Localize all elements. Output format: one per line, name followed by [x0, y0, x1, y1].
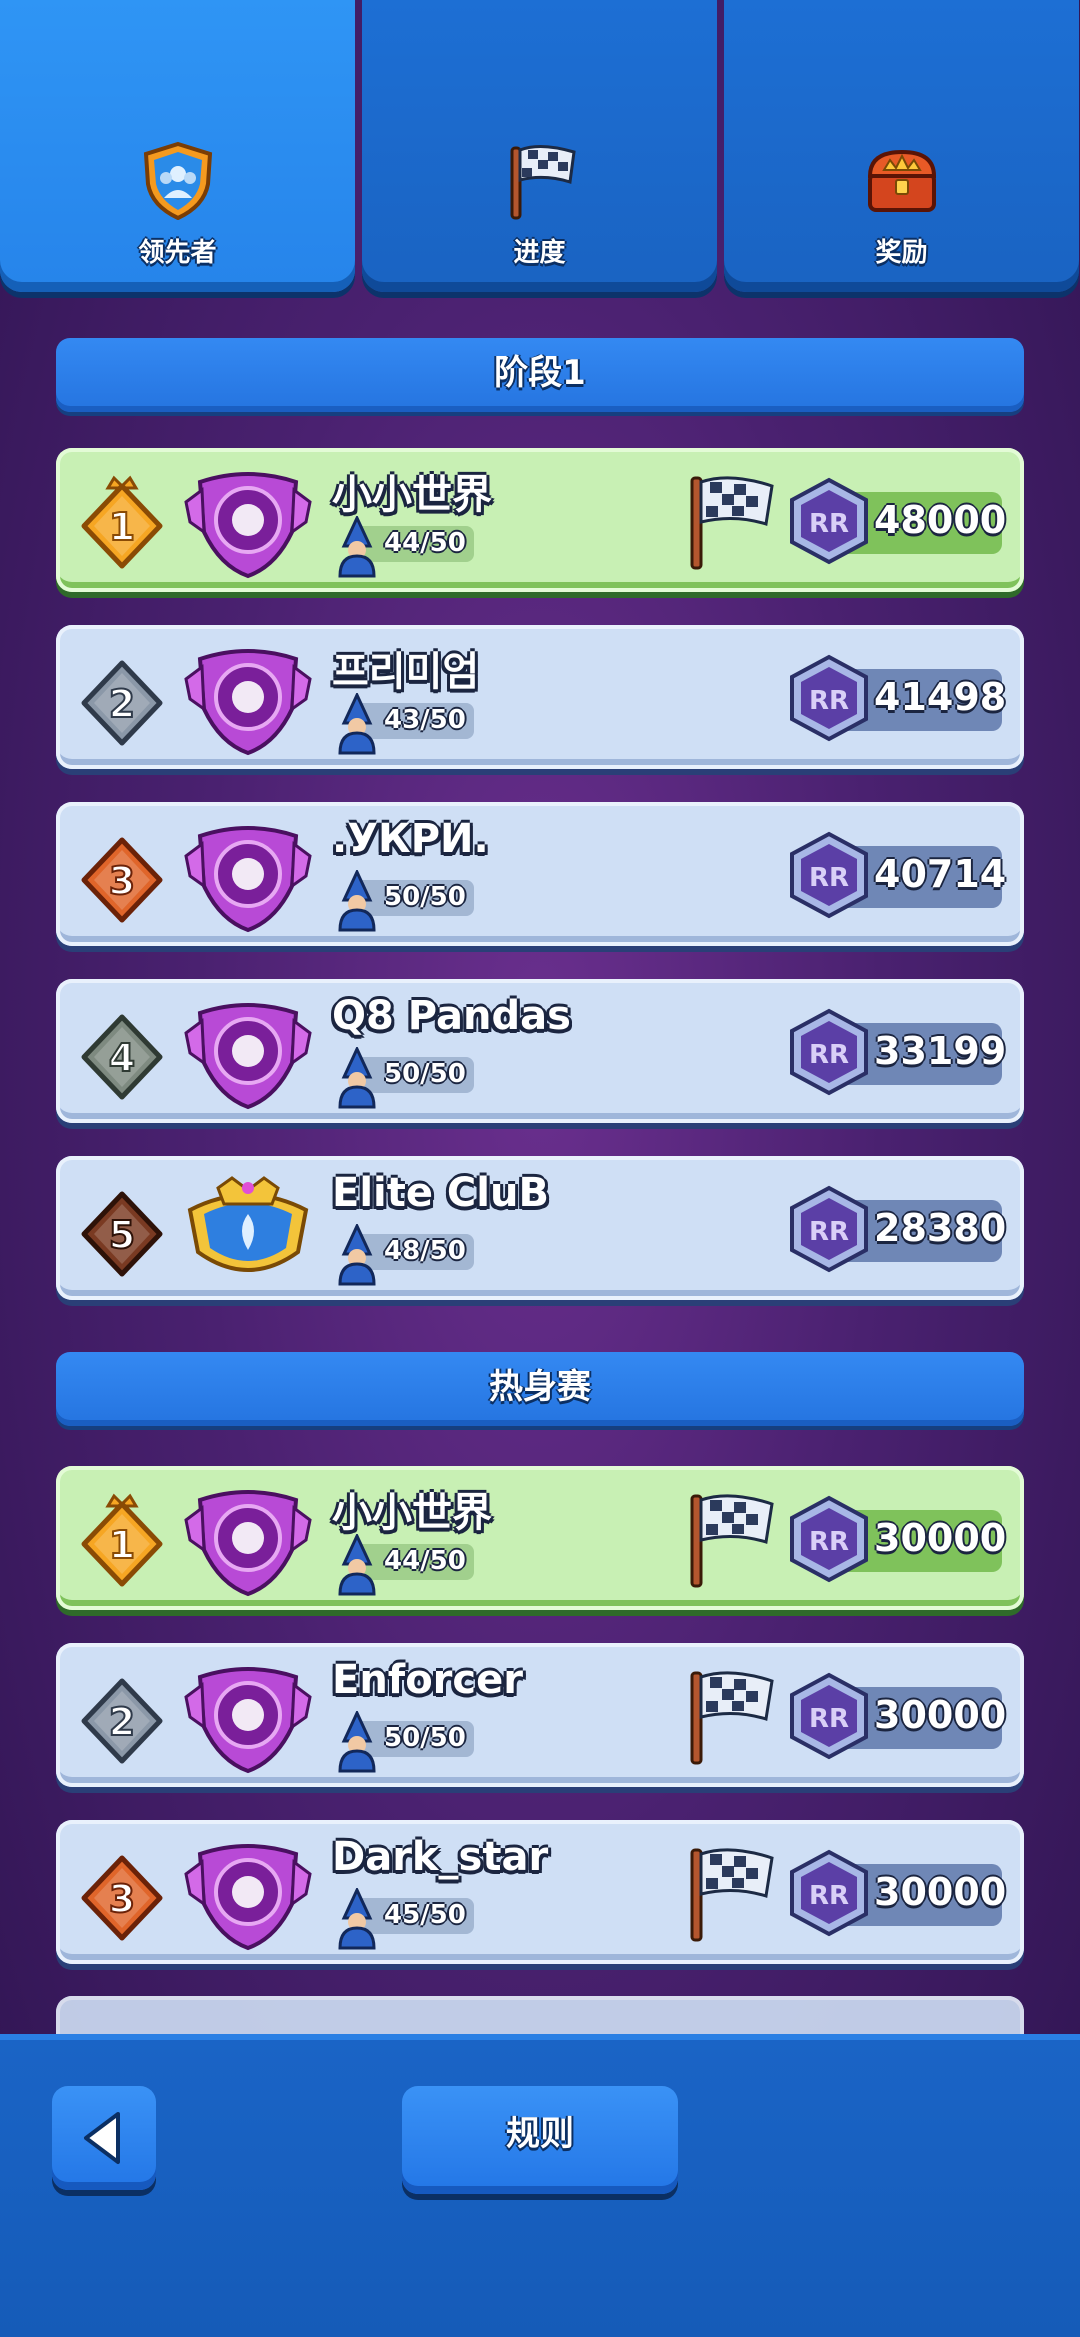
clover-badge-icon: [184, 649, 312, 756]
rr-label: RR: [809, 1040, 849, 1070]
rank-number: 1: [109, 505, 135, 549]
crown-badge-icon: [187, 1176, 309, 1272]
clan-name: 小小世界: [332, 472, 492, 518]
section-header-warmup: 热身赛: [56, 1352, 1024, 1426]
rank-badge-icon: 1: [81, 1493, 163, 1587]
clan-name: Enforcer: [332, 1657, 523, 1703]
clan-name: Dark_star: [332, 1834, 549, 1880]
rank-badge-icon: 2: [81, 1678, 163, 1764]
rr-label: RR: [809, 509, 849, 539]
wizard-member-icon: [338, 1224, 376, 1286]
bear-badge-icon: [184, 1003, 312, 1110]
rank-badge-icon: 2: [81, 660, 163, 746]
members-count: 44/50: [384, 528, 466, 558]
rr-label: RR: [809, 1217, 849, 1247]
rank-badge-icon: 1: [81, 475, 163, 569]
table-row[interactable]: 3 .УКРИ. 50/50 RR 40714: [56, 802, 1024, 946]
tab-label-leaders: 领先者: [138, 238, 217, 268]
score-value: 40714: [874, 852, 1007, 896]
tab-label-progress: 进度: [513, 238, 566, 268]
back-button[interactable]: [52, 2086, 156, 2190]
rr-label: RR: [809, 686, 849, 716]
wizard-member-icon: [338, 1534, 376, 1596]
members-count: 48/50: [384, 1236, 466, 1266]
wizard-member-icon: [338, 870, 376, 932]
rr-token-icon: RR: [790, 1849, 868, 1937]
rr-label: RR: [809, 1527, 849, 1557]
checkered-flag-icon: [510, 145, 576, 220]
clan-name: Q8 Pandas: [332, 993, 571, 1039]
rr-token-icon: RR: [790, 1185, 868, 1273]
swords-badge-icon: [184, 1490, 312, 1597]
rr-label: RR: [809, 1704, 849, 1734]
table-row[interactable]: 1 小小世界 44/: [56, 1466, 1024, 1610]
members-count: 45/50: [384, 1900, 466, 1930]
tab-leaders[interactable]: 领先者: [0, 0, 355, 292]
treasure-chest-icon: [867, 149, 936, 212]
score-value: 41498: [874, 675, 1007, 719]
rr-token-icon: RR: [790, 831, 868, 919]
rr-token-icon: RR: [790, 654, 868, 742]
rules-button[interactable]: 规则: [402, 2086, 678, 2194]
clan-name: .УКРИ.: [332, 816, 489, 862]
tab-rewards[interactable]: 奖励: [724, 0, 1079, 292]
members-count: 50/50: [384, 1059, 466, 1089]
clan-name: Elite CluB: [332, 1170, 549, 1216]
card-badge-icon: [184, 826, 312, 933]
checkered-flag-icon: [690, 476, 774, 570]
rank-number: 1: [109, 1523, 135, 1567]
tab-bar: 领先者 进度 奖励: [0, 0, 1080, 300]
checkered-flag-icon: [690, 1671, 774, 1765]
rank-number: 2: [109, 682, 135, 726]
tab-label-rewards: 奖励: [875, 238, 928, 268]
members-count: 50/50: [384, 882, 466, 912]
table-row[interactable]: 3 Dark_star 45/50 RR 30000: [56, 1820, 1024, 1964]
members-count: 43/50: [384, 705, 466, 735]
rank-number: 4: [109, 1036, 135, 1080]
score-value: 28380: [874, 1206, 1007, 1250]
rr-label: RR: [809, 1881, 849, 1911]
rank-number: 5: [109, 1213, 135, 1257]
table-row[interactable]: 1 小小世界 44/: [56, 448, 1024, 592]
table-row[interactable]: 2 프리미엄 43/50 RR 41498: [56, 625, 1024, 769]
members-count: 50/50: [384, 1723, 466, 1753]
rr-token-icon: RR: [790, 1495, 868, 1583]
rank-badge-icon: 3: [81, 1855, 163, 1941]
bull-badge-icon: [184, 1844, 312, 1951]
rank-number: 3: [109, 1877, 135, 1921]
section-header-stage: 阶段1: [56, 338, 1024, 412]
wizard-member-icon: [338, 1888, 376, 1950]
card-badge-icon: [184, 1667, 312, 1774]
rr-token-icon: RR: [790, 477, 868, 565]
score-value: 33199: [874, 1029, 1007, 1073]
rank-badge-icon: 5: [81, 1191, 163, 1277]
swords-badge-icon: [184, 472, 312, 579]
rank-number: 2: [109, 1700, 135, 1744]
back-arrow-icon: [84, 2112, 120, 2164]
shield-members-icon: [143, 141, 212, 220]
wizard-member-icon: [338, 693, 376, 755]
rank-number: 3: [109, 859, 135, 903]
rank-badge-icon: 4: [81, 1014, 163, 1100]
score-value: 30000: [874, 1693, 1007, 1737]
score-value: 30000: [874, 1870, 1007, 1914]
score-value: 30000: [874, 1516, 1007, 1560]
checkered-flag-icon: [690, 1494, 774, 1588]
rr-token-icon: RR: [790, 1008, 868, 1096]
members-count: 44/50: [384, 1546, 466, 1576]
clan-name: 프리미엄: [332, 649, 480, 695]
table-row[interactable]: 2 Enforcer 50/50 RR 30000: [56, 1643, 1024, 1787]
wizard-member-icon: [338, 1711, 376, 1773]
rank-badge-icon: 3: [81, 837, 163, 923]
rr-label: RR: [809, 863, 849, 893]
checkered-flag-icon: [690, 1848, 774, 1942]
table-row[interactable]: 5 Elite CluB 48/50 RR 28380: [56, 1156, 1024, 1300]
wizard-member-icon: [338, 516, 376, 578]
tab-progress[interactable]: 进度: [362, 0, 717, 292]
rr-token-icon: RR: [790, 1672, 868, 1760]
clan-name: 小小世界: [332, 1490, 492, 1536]
table-row[interactable]: 4 Q8 Pandas 50/50 RR 33199: [56, 979, 1024, 1123]
wizard-member-icon: [338, 1047, 376, 1109]
score-value: 48000: [874, 498, 1007, 542]
